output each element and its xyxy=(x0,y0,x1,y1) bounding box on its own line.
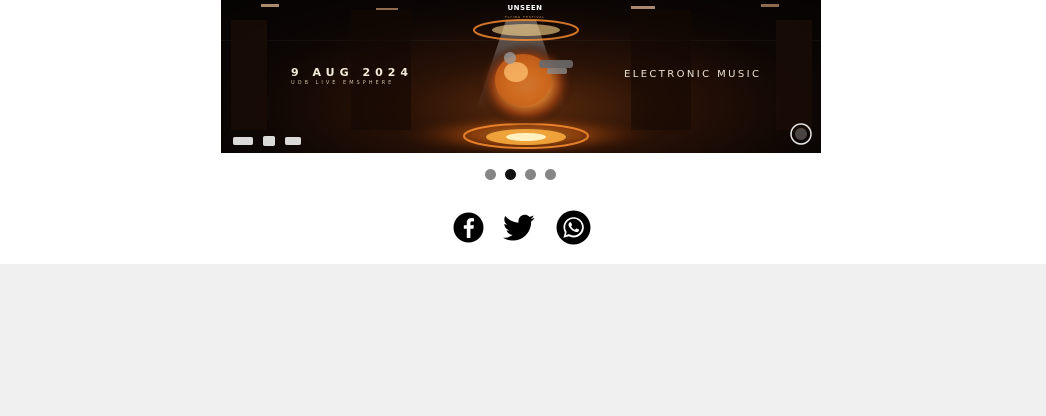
banner-title: UNSEEN xyxy=(507,4,543,12)
facebook-share-button[interactable] xyxy=(453,212,484,243)
banner-venue: UOB LIVE EMSPHERE xyxy=(291,80,395,86)
facebook-icon xyxy=(453,212,484,243)
carousel-dot-4[interactable] xyxy=(545,169,556,180)
banner-subtitle: FLYING FESTIVAL xyxy=(504,15,546,19)
footer-area xyxy=(0,264,1046,416)
carousel-dot-1[interactable] xyxy=(485,169,496,180)
banner-genre: ELECTRONIC MUSIC xyxy=(624,69,762,80)
event-banner[interactable]: UNSEEN FLYING FESTIVAL 9 AUG 2024 UOB LI… xyxy=(221,0,821,153)
twitter-icon xyxy=(503,214,535,241)
carousel-dot-3[interactable] xyxy=(525,169,536,180)
banner-date: 9 AUG 2024 xyxy=(291,66,414,79)
page: UNSEEN FLYING FESTIVAL 9 AUG 2024 UOB LI… xyxy=(0,0,1046,416)
whatsapp-share-button[interactable] xyxy=(556,210,591,245)
social-share-bar xyxy=(453,210,591,245)
carousel-dots xyxy=(485,169,556,181)
content-area: UNSEEN FLYING FESTIVAL 9 AUG 2024 UOB LI… xyxy=(0,0,1046,264)
whatsapp-icon xyxy=(556,210,591,245)
twitter-share-button[interactable] xyxy=(503,214,535,242)
carousel-dot-2[interactable] xyxy=(505,169,516,180)
